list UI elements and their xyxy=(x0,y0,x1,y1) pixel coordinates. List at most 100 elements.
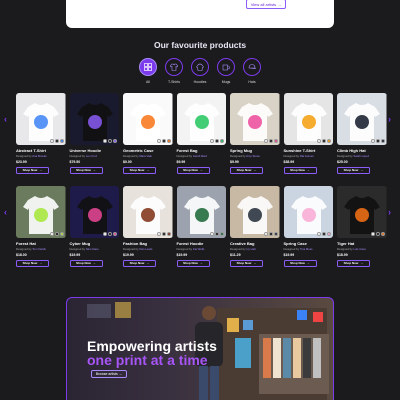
product-card[interactable]: Climb High Hat Designed by Sarah Lopez $… xyxy=(337,93,387,174)
designer-link[interactable]: Nico Kane xyxy=(86,247,99,251)
shop-now-button[interactable]: Shop Now → xyxy=(16,259,49,267)
next-arrow-row1[interactable]: › xyxy=(388,114,391,124)
product-image[interactable] xyxy=(16,93,66,145)
swatch-accent[interactable] xyxy=(59,139,64,143)
swatch-white[interactable] xyxy=(370,232,375,236)
designer-link[interactable]: Luis Cano xyxy=(353,247,366,251)
product-card[interactable]: Forest Hoodie Designed by Kai Wells $19.… xyxy=(176,186,227,267)
shop-now-button[interactable]: Shop Now → xyxy=(230,259,263,267)
product-card[interactable]: Geometric Case Designed by Mara Vale $0.… xyxy=(123,93,173,174)
shop-now-button[interactable]: Shop Now → xyxy=(16,166,49,174)
product-card[interactable]: Spring Mug Designed by Amy Stone $9.99 S… xyxy=(230,93,280,174)
product-name[interactable]: Forest Bag xyxy=(177,148,227,153)
category-t-shirts[interactable]: T-Shirts xyxy=(165,58,183,84)
product-image[interactable] xyxy=(123,93,173,145)
swatch-accent[interactable] xyxy=(327,232,331,236)
view-all-artists-button[interactable]: View all artists → xyxy=(246,0,286,9)
swatch-accent[interactable] xyxy=(273,139,278,143)
swatch-black[interactable] xyxy=(375,139,380,143)
swatch-black[interactable] xyxy=(161,139,166,143)
swatch-white[interactable] xyxy=(156,232,161,236)
shop-now-button[interactable]: Shop Now → xyxy=(123,259,156,267)
product-name[interactable]: Creative Bag xyxy=(230,241,280,246)
swatch-accent[interactable] xyxy=(327,139,331,143)
designer-link[interactable]: Sarah Lopez xyxy=(353,154,369,158)
product-card[interactable]: Forest Bag Designed by Jacob Reid $9.99 … xyxy=(176,93,227,174)
product-name[interactable]: Abstract T-Shirt xyxy=(16,148,66,153)
product-card[interactable]: Abstract T-Shirt Designed by Ana Brooks … xyxy=(16,93,66,174)
designer-link[interactable]: Ivy Hart xyxy=(246,247,256,251)
swatch-white[interactable] xyxy=(210,139,214,143)
shop-now-button[interactable]: Shop Now → xyxy=(69,259,103,267)
swatch-white[interactable] xyxy=(49,232,54,236)
swatch-white[interactable] xyxy=(370,139,375,143)
designer-link[interactable]: Dan Lewis xyxy=(139,247,152,251)
shop-now-button[interactable]: Shop Now → xyxy=(69,166,103,174)
designer-link[interactable]: Ana Brooks xyxy=(32,154,46,158)
swatch-white[interactable] xyxy=(263,139,268,143)
product-name[interactable]: Universe Hoodie xyxy=(70,148,120,153)
prev-arrow-row1[interactable]: ‹ xyxy=(4,114,7,124)
designer-link[interactable]: Mara Vale xyxy=(139,154,152,158)
product-image[interactable] xyxy=(337,93,387,145)
swatch-black[interactable] xyxy=(108,139,112,143)
category-mugs[interactable]: Mugs xyxy=(217,58,235,84)
swatch-accent[interactable] xyxy=(220,139,224,143)
product-name[interactable]: Forest Hoodie xyxy=(177,241,227,246)
swatch-white[interactable] xyxy=(49,139,54,143)
product-name[interactable]: Spring Case xyxy=(284,241,334,246)
browse-artists-button[interactable]: Browse artists → xyxy=(91,370,127,378)
product-image[interactable] xyxy=(123,186,173,238)
product-name[interactable]: Tiger Hat xyxy=(337,241,387,246)
swatch-black[interactable] xyxy=(322,139,326,143)
swatch-accent[interactable] xyxy=(113,139,117,143)
product-image[interactable] xyxy=(283,186,333,238)
product-card[interactable]: Forest Hat Designed by Tom Fields $18.00… xyxy=(16,186,66,267)
swatch-white[interactable] xyxy=(317,139,321,143)
category-hats[interactable]: Hats xyxy=(243,58,261,84)
product-card[interactable]: Spring Case Designed by Tina Moss $19.99… xyxy=(283,186,334,267)
swatch-accent[interactable] xyxy=(273,232,278,236)
product-image[interactable] xyxy=(69,93,119,145)
product-card[interactable]: Tiger Hat Designed by Luis Cano $18.99 S… xyxy=(337,186,387,267)
swatch-accent[interactable] xyxy=(113,232,117,236)
product-name[interactable]: Sunshine T-Shirt xyxy=(284,148,334,153)
product-image[interactable] xyxy=(69,186,119,238)
category-hoodies[interactable]: Hoodies xyxy=(191,58,209,84)
shop-now-button[interactable]: Shop Now → xyxy=(230,166,263,174)
shop-now-button[interactable]: Shop Now → xyxy=(176,166,210,174)
product-name[interactable]: Spring Mug xyxy=(230,148,280,153)
product-card[interactable]: Fashion Bag Designed by Dan Lewis $19.99… xyxy=(123,186,173,267)
swatch-accent[interactable] xyxy=(380,232,385,236)
swatch-white[interactable] xyxy=(156,139,161,143)
product-card[interactable]: Cyber Mug Designed by Nico Kane $19.99 S… xyxy=(69,186,120,267)
swatch-black[interactable] xyxy=(54,139,59,143)
product-image[interactable] xyxy=(230,186,280,238)
swatch-black[interactable] xyxy=(161,232,166,236)
shop-now-button[interactable]: Shop Now → xyxy=(337,166,370,174)
product-image[interactable] xyxy=(230,93,280,145)
designer-link[interactable]: Tom Fields xyxy=(32,247,46,251)
product-image[interactable] xyxy=(16,186,66,238)
product-image[interactable] xyxy=(176,93,226,145)
product-card[interactable]: Universe Hoodie Designed by Leo Cruz $79… xyxy=(69,93,120,174)
product-name[interactable]: Fashion Bag xyxy=(123,241,173,246)
swatch-accent[interactable] xyxy=(166,139,171,143)
shop-now-button[interactable]: Shop Now → xyxy=(176,259,210,267)
product-name[interactable]: Cyber Mug xyxy=(70,241,120,246)
swatch-black[interactable] xyxy=(215,232,219,236)
swatch-white[interactable] xyxy=(263,232,268,236)
swatch-accent[interactable] xyxy=(380,139,385,143)
prev-arrow-row2[interactable]: ‹ xyxy=(4,207,7,217)
swatch-black[interactable] xyxy=(375,232,380,236)
shop-now-button[interactable]: Shop Now → xyxy=(283,166,317,174)
designer-link[interactable]: Tina Moss xyxy=(300,247,313,251)
product-name[interactable]: Climb High Hat xyxy=(337,148,387,153)
designer-link[interactable]: Ria Gomez xyxy=(300,154,314,158)
swatch-accent[interactable] xyxy=(59,232,64,236)
swatch-accent[interactable] xyxy=(166,232,171,236)
designer-link[interactable]: Amy Stone xyxy=(246,154,260,158)
swatch-white[interactable] xyxy=(103,232,107,236)
swatch-white[interactable] xyxy=(103,139,107,143)
swatch-black[interactable] xyxy=(54,232,59,236)
